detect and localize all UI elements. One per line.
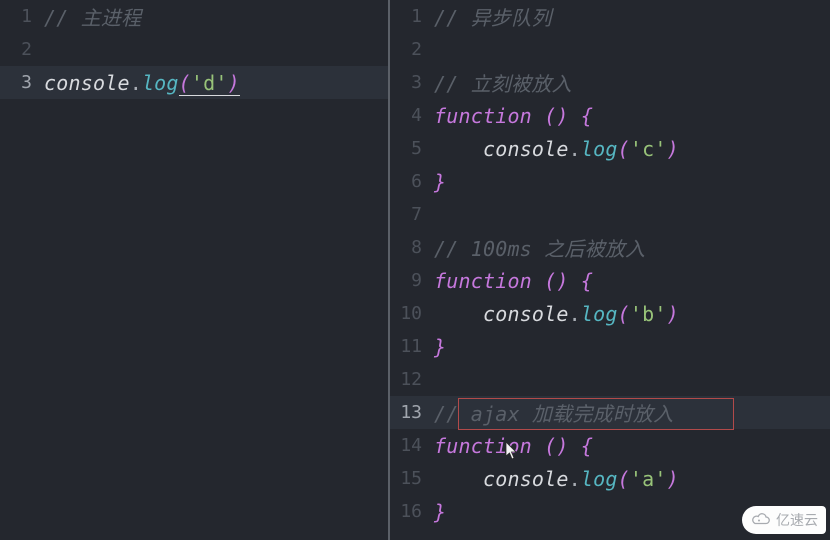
- line-number: 3: [0, 72, 44, 93]
- line-number: 5: [390, 138, 434, 159]
- code-content[interactable]: function () {: [434, 269, 593, 293]
- line-number: 2: [390, 39, 434, 60]
- right-line[interactable]: 12: [390, 363, 830, 396]
- right-line[interactable]: 1// 异步队列: [390, 0, 830, 33]
- watermark-text: 亿速云: [776, 510, 818, 530]
- right-line[interactable]: 14function () {: [390, 429, 830, 462]
- line-number: 4: [390, 105, 434, 126]
- right-line[interactable]: 4function () {: [390, 99, 830, 132]
- code-content[interactable]: function () {: [434, 434, 593, 458]
- right-line[interactable]: 2: [390, 33, 830, 66]
- code-content[interactable]: console.log('d'): [44, 71, 240, 95]
- line-number: 13: [390, 402, 434, 423]
- right-line[interactable]: 7: [390, 198, 830, 231]
- right-line[interactable]: 11}: [390, 330, 830, 363]
- line-number: 15: [390, 468, 434, 489]
- line-number: 1: [390, 6, 434, 27]
- code-content[interactable]: function () {: [434, 104, 593, 128]
- editor-pane-left[interactable]: 1// 主进程23console.log('d'): [0, 0, 390, 540]
- code-content[interactable]: // 立刻被放入: [434, 68, 572, 97]
- right-line[interactable]: 5 console.log('c'): [390, 132, 830, 165]
- editor-pane-right[interactable]: 1// 异步队列23// 立刻被放入4function () {5 consol…: [390, 0, 830, 540]
- code-content[interactable]: }: [434, 500, 446, 524]
- right-line[interactable]: 15 console.log('a'): [390, 462, 830, 495]
- right-line[interactable]: 6}: [390, 165, 830, 198]
- line-number: 16: [390, 501, 434, 522]
- code-content[interactable]: // 异步队列: [434, 2, 552, 31]
- code-content[interactable]: // 主进程: [44, 2, 141, 31]
- line-number: 2: [0, 39, 44, 60]
- right-line[interactable]: 10 console.log('b'): [390, 297, 830, 330]
- code-content[interactable]: // ajax 加载完成时放入: [434, 398, 673, 427]
- line-number: 8: [390, 237, 434, 258]
- code-content[interactable]: console.log('a'): [434, 467, 679, 491]
- right-line[interactable]: 8// 100ms 之后被放入: [390, 231, 830, 264]
- watermark: 亿速云: [742, 506, 826, 534]
- left-line[interactable]: 3console.log('d'): [0, 66, 388, 99]
- line-number: 14: [390, 435, 434, 456]
- line-number: 6: [390, 171, 434, 192]
- cloud-icon: [750, 508, 772, 532]
- line-number: 11: [390, 336, 434, 357]
- line-number: 3: [390, 72, 434, 93]
- left-line[interactable]: 2: [0, 33, 388, 66]
- code-content[interactable]: }: [434, 170, 446, 194]
- right-line[interactable]: 9function () {: [390, 264, 830, 297]
- code-content[interactable]: console.log('c'): [434, 137, 679, 161]
- line-number: 10: [390, 303, 434, 324]
- line-number: 12: [390, 369, 434, 390]
- line-number: 1: [0, 6, 44, 27]
- right-line[interactable]: 3// 立刻被放入: [390, 66, 830, 99]
- line-number: 9: [390, 270, 434, 291]
- code-content[interactable]: console.log('b'): [434, 302, 679, 326]
- right-line[interactable]: 13// ajax 加载完成时放入: [390, 396, 830, 429]
- left-line[interactable]: 1// 主进程: [0, 0, 388, 33]
- line-number: 7: [390, 204, 434, 225]
- code-content[interactable]: // 100ms 之后被放入: [434, 233, 645, 262]
- editor-split: 1// 主进程23console.log('d') 1// 异步队列23// 立…: [0, 0, 830, 540]
- code-content[interactable]: }: [434, 335, 446, 359]
